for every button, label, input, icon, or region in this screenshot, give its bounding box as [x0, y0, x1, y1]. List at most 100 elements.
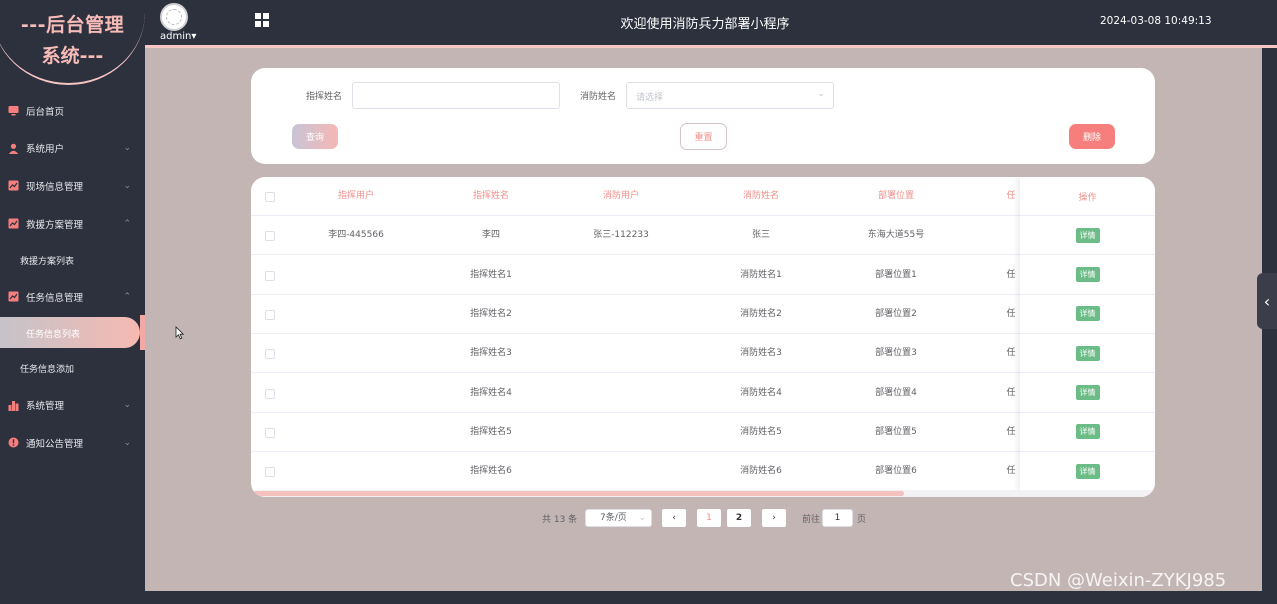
goto-label: 前往 [802, 515, 821, 525]
row-checkbox[interactable] [265, 388, 275, 399]
sidebar-item-home[interactable]: 后台首页 [0, 92, 145, 130]
chevron-up-icon: ⌃ [123, 218, 131, 229]
row-checkbox[interactable] [265, 467, 275, 478]
column-header-fire-user: 消防用户 [602, 191, 639, 201]
cell-location: 部署位置2 [875, 308, 917, 319]
cell-fire-user [551, 452, 691, 491]
row-checkbox[interactable] [265, 270, 275, 281]
actions-cell: 详情 [1020, 334, 1155, 374]
user-icon [8, 143, 19, 154]
page-size-select[interactable]: 7条/页 ⌄ [585, 509, 652, 527]
actions-cell: 详情 [1020, 295, 1155, 334]
bottom-gutter [145, 591, 1262, 604]
horizontal-scrollbar[interactable] [253, 491, 904, 496]
cell-commander-name: 李四 [481, 230, 500, 241]
fire-name-select[interactable]: 请选择 ⌄ [626, 82, 834, 109]
cell-fire-name: 消防姓名6 [740, 466, 782, 477]
detail-button[interactable]: 详情 [1075, 463, 1100, 479]
user-menu[interactable]: admin▾ [160, 31, 196, 42]
cell-fire-name: 消防姓名5 [740, 426, 782, 437]
sidebar-item-label: 救援方案管理 [26, 219, 84, 231]
chevron-left-icon: ‹ [1263, 291, 1271, 311]
cell-fire-name: 消防姓名1 [740, 269, 782, 280]
chevron-right-icon: › [772, 513, 776, 523]
sidebar-menu: 后台首页 系统用户 ⌄ 现场信息管理 ⌄ 救援方案管理 ⌃ 救援方案列表 任务信… [0, 92, 145, 462]
cell-commander-user [286, 295, 426, 334]
chevron-down-icon: ⌄ [123, 400, 131, 411]
chevron-down-icon: ⌄ [638, 513, 646, 523]
delete-button[interactable]: 删除 [1069, 124, 1115, 149]
select-all-checkbox[interactable] [265, 192, 275, 202]
actions-cell: 详情 [1020, 216, 1155, 256]
row-checkbox[interactable] [265, 309, 275, 320]
cell-location: 部署位置1 [875, 269, 917, 280]
detail-button[interactable]: 详情 [1075, 424, 1100, 440]
cell-commander-name: 指挥姓名2 [470, 308, 512, 319]
row-checkbox[interactable] [265, 427, 275, 438]
sidebar-item-label: 任务信息列表 [26, 329, 81, 340]
sidebar-item-rescue-plan[interactable]: 救援方案管理 ⌃ [0, 205, 145, 243]
brand-title-line1: ---后台管理 [20, 14, 125, 36]
sidebar-item-label: 通知公告管理 [26, 438, 84, 450]
detail-button[interactable]: 详情 [1075, 267, 1100, 283]
sidebar-subitem-task-info-add[interactable]: 任务信息添加 [0, 351, 145, 387]
goto-page-input[interactable]: 1 [822, 509, 853, 527]
next-page-button[interactable]: › [762, 509, 786, 527]
actions-cell: 详情 [1020, 256, 1155, 295]
detail-button[interactable]: 详情 [1075, 345, 1100, 361]
select-placeholder: 请选择 [636, 93, 664, 103]
cell-fire-name: 消防姓名3 [740, 348, 782, 359]
sidebar-item-label: 现场信息管理 [26, 181, 84, 193]
cell-location: 部署位置6 [875, 466, 917, 477]
sidebar-item-label: 后台首页 [26, 106, 65, 118]
sidebar-item-task-info[interactable]: 任务信息管理 ⌃ [0, 278, 145, 316]
brand-logo: ---后台管理 系统--- [0, 0, 145, 86]
column-header-location: 部署位置 [877, 191, 914, 201]
detail-button[interactable]: 详情 [1075, 227, 1100, 243]
cell-commander-user [286, 334, 426, 373]
detail-button[interactable]: 详情 [1075, 385, 1100, 400]
sidebar-subitem-rescue-plan-list[interactable]: 救援方案列表 [0, 242, 145, 278]
row-checkbox[interactable] [265, 231, 275, 242]
column-header-actions-cell: 操作 [1020, 177, 1155, 216]
cell-commander-name: 指挥姓名3 [470, 348, 512, 359]
commander-name-input[interactable] [352, 82, 560, 109]
chevron-down-icon: ⌄ [123, 143, 131, 154]
detail-button[interactable]: 详情 [1075, 306, 1100, 322]
sidebar-item-site-info[interactable]: 现场信息管理 ⌄ [0, 167, 145, 205]
avatar[interactable] [160, 3, 188, 31]
cell-fire-user [551, 374, 691, 413]
fire-name-label: 消防姓名 [580, 92, 617, 102]
actions-cell: 详情 [1020, 413, 1155, 452]
page-2-button[interactable]: 2 [727, 509, 751, 527]
cell-commander-name: 指挥姓名6 [470, 466, 512, 477]
sidebar-subitem-task-info-list[interactable]: 任务信息列表 [0, 315, 145, 351]
monitor-icon [8, 105, 19, 116]
page-size-value: 7条/页 [600, 513, 627, 523]
apps-grid-icon[interactable] [255, 13, 269, 27]
prev-page-button[interactable]: ‹ [662, 509, 686, 527]
sidebar-item-notice-management[interactable]: 通知公告管理 ⌄ [0, 424, 145, 462]
sidebar: ---后台管理 系统--- 后台首页 系统用户 ⌄ 现场信息管理 ⌄ 救援方案管… [0, 0, 145, 604]
reset-button[interactable]: 重置 [680, 123, 727, 150]
query-button[interactable]: 查询 [292, 124, 338, 149]
cell-location: 部署位置5 [875, 426, 917, 437]
column-header-fire-name: 消防姓名 [742, 191, 779, 201]
cell-commander-user [286, 413, 426, 452]
side-collapse-tab[interactable]: ‹ [1257, 273, 1277, 329]
cell-location: 东海大道55号 [867, 230, 925, 241]
sidebar-item-system-users[interactable]: 系统用户 ⌄ [0, 130, 145, 168]
chevron-left-icon: ‹ [672, 513, 676, 523]
chevron-up-icon: ⌃ [123, 291, 131, 302]
chart-icon [8, 218, 19, 229]
avatar-image [166, 9, 182, 25]
row-checkbox[interactable] [265, 349, 275, 360]
sidebar-item-system-management[interactable]: 系统管理 ⌄ [0, 386, 145, 424]
cell-fire-name: 消防姓名2 [740, 308, 782, 319]
current-datetime: 2024-03-08 10:49:13 [1100, 15, 1212, 27]
cell-fire-name: 张三 [751, 230, 770, 241]
user-name: admin [160, 31, 192, 42]
actions-fixed-column: 操作 详情 详情 详情 详情 详情 详情 详情 [1020, 177, 1155, 492]
sidebar-item-label: 救援方案列表 [20, 256, 75, 267]
page-1-button[interactable]: 1 [697, 509, 721, 527]
